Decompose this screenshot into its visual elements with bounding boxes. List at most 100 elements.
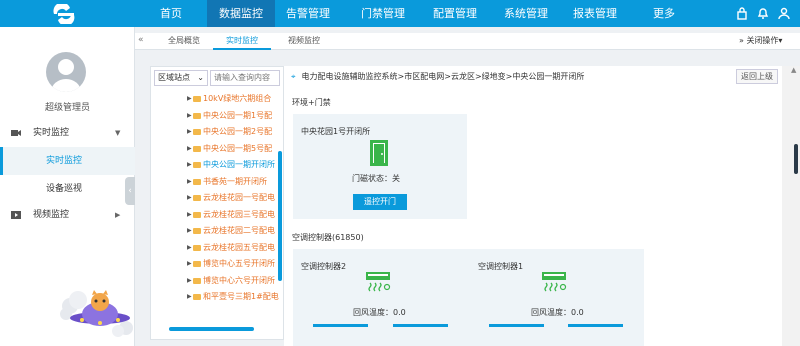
sidebar-item-label: 实时监控 <box>33 128 70 138</box>
scrollbar-thumb[interactable] <box>794 144 798 174</box>
tree-vertical-scrollbar[interactable] <box>278 151 282 281</box>
breadcrumb: ⌖ 电力配电设施辅助监控系统>市区配电网>云龙区>绿地变>中央公园一期开闭所 <box>291 71 584 82</box>
tree-node-label: 云龙桂花园一号配电 <box>203 193 275 202</box>
tree-node[interactable]: ▶ 中央公园一期1号配 <box>187 109 279 123</box>
sidebar-subitem-device-patrol[interactable]: 设备巡视 <box>0 178 135 200</box>
tree-node-label: 云龙桂花园五号配电 <box>203 242 275 252</box>
main-content: ⌖ 电力配电设施辅助监控系统>市区配电网>云龙区>绿地变>中央公园一期开闭所 返… <box>284 66 782 346</box>
mascot-ufo-cat-illustration <box>60 290 133 337</box>
nav-access[interactable]: 门禁管理 <box>353 0 413 27</box>
tree-node-label: 和平壹号三期1#配电 <box>203 292 279 301</box>
back-button[interactable]: 返回上级 <box>736 69 778 84</box>
double-chevron-left-icon[interactable]: « <box>138 33 144 48</box>
expand-triangle-icon[interactable]: ▶ <box>187 224 192 238</box>
section-title-env: 环境+门禁 <box>292 98 331 107</box>
sidebar-item-realtime-monitor[interactable]: 实时监控 ▼ <box>0 122 135 144</box>
tree-node[interactable]: ▶ 10kV绿地六期组合 <box>187 92 279 106</box>
ac-1-button-left[interactable] <box>489 324 544 327</box>
close-operations-button[interactable]: » 关闭操作▾ <box>739 33 782 48</box>
ac-controller-1-title: 空调控制器1 <box>478 262 524 271</box>
door-card-title: 中央花园1号开闭所 <box>301 127 371 136</box>
tree-horizontal-scrollbar[interactable] <box>169 327 254 331</box>
area-select-value: 区域站点 <box>158 73 190 82</box>
ac-1-button-right[interactable] <box>568 324 623 327</box>
expand-triangle-icon[interactable]: ▶ <box>187 175 192 189</box>
tree-node-label: 书香苑一期开闭所 <box>203 176 267 186</box>
tree-node[interactable]: ▶ 书香苑一期开闭所 <box>187 175 279 189</box>
tree-node[interactable]: ▶ 中央公园一期2号配 <box>187 125 279 139</box>
main-vertical-scrollbar[interactable]: ▲ <box>782 66 800 346</box>
expand-triangle-icon[interactable]: ▶ <box>187 257 192 271</box>
door-status: 门磁状态：关 <box>352 174 400 183</box>
chevron-right-icon: ▶ <box>115 211 121 219</box>
folder-icon <box>193 277 201 284</box>
active-indicator <box>0 147 3 175</box>
logo-icon <box>53 4 75 24</box>
ac-controller-1-return-temp: 回风温度：0.0 <box>531 308 584 317</box>
tree-node-label: 中央公园一期5号配 <box>203 143 273 153</box>
sidebar-item-label: 视频监控 <box>33 210 70 220</box>
expand-triangle-icon[interactable]: ▶ <box>187 109 192 123</box>
lock-icon[interactable] <box>735 6 749 20</box>
user-icon[interactable] <box>777 6 791 20</box>
username: 超级管理员 <box>44 103 90 113</box>
air-conditioner-icon <box>366 272 391 292</box>
expand-triangle-icon[interactable]: ▶ <box>187 274 192 288</box>
tree-search-input[interactable]: 请输入查询内容 <box>210 70 280 86</box>
ac-2-button-right[interactable] <box>393 324 448 327</box>
sidebar-subitem-label: 实时监控 <box>46 156 83 166</box>
expand-triangle-icon[interactable]: ▶ <box>187 158 192 172</box>
bell-icon[interactable] <box>756 6 770 20</box>
folder-icon <box>193 145 201 152</box>
door-icon <box>370 140 388 166</box>
expand-triangle-icon[interactable]: ▶ <box>187 290 192 304</box>
tree-node[interactable]: ▶ 中央公园一期5号配 <box>187 142 279 156</box>
folder-icon <box>193 162 201 168</box>
sidebar-subitem-realtime-monitor[interactable]: 实时监控 <box>0 147 135 175</box>
nav-config[interactable]: 配置管理 <box>426 0 484 27</box>
tree-node[interactable]: ▶ 云龙桂花园三号配电 <box>187 208 279 222</box>
tab-video-monitor[interactable]: 视频监控 <box>275 33 333 50</box>
folder-icon <box>193 129 201 135</box>
tree-node-label: 云龙桂花园三号配电 <box>203 209 275 219</box>
sidebar-subitem-label: 设备巡视 <box>46 184 83 194</box>
monitor-icon <box>11 130 21 136</box>
top-nav-bar: 首页 数据监控 告警管理 门禁管理 配置管理 系统管理 报表管理 更多 <box>0 0 800 27</box>
expand-triangle-icon[interactable]: ▶ <box>187 92 192 106</box>
expand-triangle-icon[interactable]: ▶ <box>187 208 192 222</box>
tree-node[interactable]: ▶ 云龙桂花园二号配电 <box>187 224 279 238</box>
avatar <box>46 52 86 92</box>
tree-node[interactable]: ▶ 博览中心五号开闭所 <box>187 257 279 271</box>
ac-controller-2-return-temp: 回风温度：0.0 <box>353 308 406 317</box>
expand-triangle-icon[interactable]: ▶ <box>187 191 192 205</box>
nav-system[interactable]: 系统管理 <box>497 0 555 27</box>
sidebar-item-video-monitor[interactable]: 视频监控 ▶ <box>0 204 135 226</box>
nav-home[interactable]: 首页 <box>145 0 197 27</box>
close-operations-label: 关闭操作▾ <box>746 36 783 45</box>
tree-node[interactable]: ▶ 博览中心六号开闭所 <box>187 274 279 288</box>
nav-alarm[interactable]: 告警管理 <box>275 0 341 27</box>
nav-report[interactable]: 报表管理 <box>566 0 624 27</box>
folder-icon <box>193 211 201 218</box>
tree-node[interactable]: ▶ 云龙桂花园五号配电 <box>187 241 279 255</box>
folder-icon <box>193 244 201 251</box>
remote-open-door-button[interactable]: 遥控开门 <box>353 194 407 210</box>
nav-data-monitor[interactable]: 数据监控 <box>207 0 275 27</box>
expand-triangle-icon[interactable]: ▶ <box>187 241 192 255</box>
tree-node-label: 中央公园一期2号配 <box>203 127 273 136</box>
tree-node[interactable]: ▶ 和平壹号三期1#配电 <box>187 290 279 304</box>
ac-2-button-left[interactable] <box>313 324 368 327</box>
scroll-up-icon[interactable]: ▲ <box>791 66 796 74</box>
expand-triangle-icon[interactable]: ▶ <box>187 142 192 156</box>
tree-node[interactable]: ▶ 云龙桂花园一号配电 <box>187 191 279 205</box>
expand-triangle-icon[interactable]: ▶ <box>187 125 192 139</box>
tree-node[interactable]: ▶ 中央公园一期开闭所 <box>187 158 279 172</box>
folder-icon <box>193 96 201 102</box>
folder-icon <box>193 294 201 300</box>
tab-global-overview[interactable]: 全局概览 <box>155 33 213 50</box>
chevron-down-icon: ⌄ <box>197 73 204 82</box>
door-card: 中央花园1号开闭所 门磁状态：关 遥控开门 <box>293 114 467 219</box>
area-select[interactable]: 区域站点 ⌄ <box>154 70 208 86</box>
tab-realtime-monitor[interactable]: 实时监控 <box>213 33 271 50</box>
nav-more[interactable]: 更多 <box>644 0 684 27</box>
